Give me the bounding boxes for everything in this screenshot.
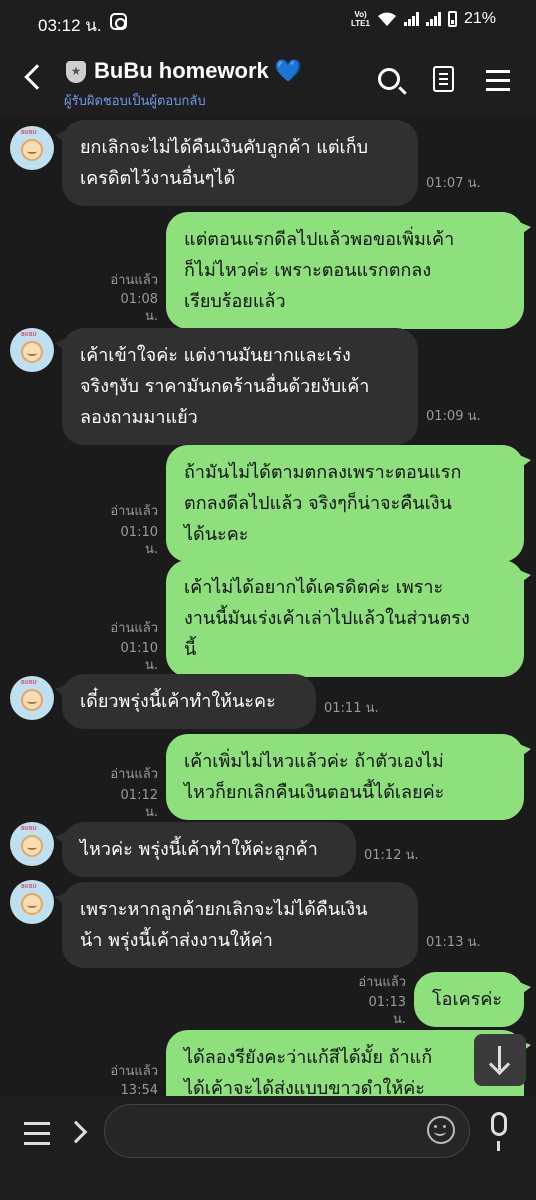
- message-line: ลองถามมาแย้ว: [80, 407, 198, 428]
- message-read-status: อ่านแล้ว: [358, 975, 406, 990]
- message-bubble-incoming[interactable]: เดี๋ยวพรุ่งนี้เค้าทำให้นะคะ: [55, 674, 316, 729]
- message-line: เค้าเข้าใจค่ะ แต่งานมันยากและเร่ง: [80, 345, 351, 366]
- message-line: ก็ไม่ไหวค่ะ เพราะตอนแรกตกลง: [184, 260, 432, 281]
- message-line: โอเครค่ะ: [432, 989, 503, 1010]
- message-bubble-outgoing[interactable]: เค้าไม่ได้อยากได้เครดิตค่ะ เพราะ งานนี้ม…: [166, 560, 531, 677]
- note-icon[interactable]: [433, 66, 454, 92]
- message-line: ยกเลิกจะไม่ได้คืนเงินคับลูกค้า แต่เก็บ: [80, 137, 369, 158]
- wifi-icon: [377, 12, 396, 26]
- status-bar: 03:12 น. Vo) LTE1 21%: [0, 0, 536, 46]
- message-read-status: อ่านแล้ว: [110, 273, 158, 288]
- message-list[interactable]: BUBU ยกเลิกจะไม่ได้คืนเงินคับลูกค้า แต่เ…: [0, 116, 536, 1096]
- message-line: เค้าไม่ได้อยากได้เครดิตค่ะ เพราะ: [184, 577, 444, 598]
- message-time: 01:08 น.: [120, 292, 158, 324]
- instagram-icon: [110, 13, 127, 30]
- chat-header: ★ BuBu homework 💙 ผู้รับผิดชอบเป็นผู้ตอบ…: [0, 46, 536, 116]
- message-bubble-outgoing[interactable]: แต่ตอนแรกดีลไปแล้วพอขอเพิ่มเค้า ก็ไม่ไหว…: [166, 212, 531, 329]
- emoji-icon[interactable]: [427, 1116, 455, 1144]
- avatar[interactable]: BUBU: [10, 328, 54, 372]
- status-time: 03:12 น.: [38, 16, 102, 35]
- message-line: ได้ลองรียังคะว่าแก้สีได้มั้ย ถ้าแก้: [184, 1047, 433, 1068]
- avatar[interactable]: BUBU: [10, 822, 54, 866]
- message-bubble-outgoing[interactable]: โอเครค่ะ: [414, 972, 531, 1027]
- message-time: 13:54 น.: [120, 1083, 158, 1096]
- message-bubble-incoming[interactable]: ไหวค่ะ พรุ่งนี้เค้าทำให้ค่ะลูกค้า: [55, 822, 356, 877]
- message-bubble-incoming[interactable]: เพราะหากลูกค้ายกเลิกจะไม่ได้คืนเงิน น้า …: [55, 882, 418, 968]
- menu-icon[interactable]: [486, 70, 510, 97]
- message-line: ไหวก็ยกเลิกคืนเงินตอนนี้ได้เลยค่ะ: [184, 782, 445, 803]
- message-time: 01:09 น.: [426, 409, 481, 424]
- message-read-status: อ่านแล้ว: [110, 504, 158, 519]
- avatar[interactable]: BUBU: [10, 880, 54, 924]
- message-line: เดี๋ยวพรุ่งนี้เค้าทำให้นะคะ: [80, 691, 276, 712]
- chat-subtitle: ผู้รับผิดชอบเป็นผู้ตอบกลับ: [64, 94, 206, 109]
- message-line: เพราะหากลูกค้ายกเลิกจะไม่ได้คืนเงิน: [80, 899, 368, 920]
- message-bubble-incoming[interactable]: เค้าเข้าใจค่ะ แต่งานมันยากและเร่ง จริงๆง…: [55, 328, 418, 445]
- message-line: น้า พรุ่งนี้เค้าส่งงานให้ค่า: [80, 930, 273, 951]
- message-bubble-outgoing[interactable]: เค้าเพิ่มไม่ไหวแล้วค่ะ ถ้าตัวเองไม่ ไหวก…: [166, 734, 531, 820]
- battery-icon: [447, 11, 457, 27]
- message-time: 01:13 น.: [426, 935, 481, 950]
- message-line: เรียบร้อยแล้ว: [184, 291, 286, 312]
- message-bubble-incoming[interactable]: ยกเลิกจะไม่ได้คืนเงินคับลูกค้า แต่เก็บ เ…: [55, 120, 418, 206]
- menu-lines-icon[interactable]: [24, 1122, 50, 1152]
- message-line: ได้เค้าจะได้ส่งแบบขาวดำให้ค่ะ: [184, 1078, 425, 1096]
- chevron-right-icon[interactable]: [64, 1120, 88, 1144]
- message-read-status: อ่านแล้ว: [110, 767, 158, 782]
- signal-icon: [403, 12, 419, 26]
- message-input[interactable]: [104, 1104, 470, 1158]
- message-time: 01:10 น.: [120, 525, 158, 557]
- message-line: ได้นะคะ: [184, 524, 249, 545]
- search-icon[interactable]: [378, 68, 400, 90]
- volte-icon: Vo) LTE1: [351, 10, 370, 28]
- shield-icon: ★: [66, 61, 86, 83]
- message-line: เครดิตไว้งานอื่นๆได้: [80, 168, 236, 189]
- message-line: เค้าเพิ่มไม่ไหวแล้วค่ะ ถ้าตัวเองไม่: [184, 751, 444, 772]
- message-bubble-outgoing[interactable]: ถ้ามันไม่ได้ตามตกลงเพราะตอนแรก ตกลงดีลไป…: [166, 445, 531, 562]
- chat-title[interactable]: BuBu homework 💙: [94, 58, 302, 84]
- message-line: ตกลงดีลไปแล้ว จริงๆก็น่าจะคืนเงิน: [184, 493, 452, 514]
- scroll-down-icon[interactable]: [474, 1034, 526, 1086]
- back-icon[interactable]: [24, 64, 50, 90]
- message-line: จริงๆงับ ราคามันกดร้านอื่นด้วยงับเค้า: [80, 376, 370, 397]
- battery-percent: 21%: [463, 10, 496, 27]
- message-line: แต่ตอนแรกดีลไปแล้วพอขอเพิ่มเค้า: [184, 229, 455, 250]
- signal-icon-2: [425, 12, 441, 26]
- message-read-status: อ่านแล้ว: [110, 621, 158, 636]
- avatar[interactable]: BUBU: [10, 676, 54, 720]
- message-bubble-outgoing[interactable]: ได้ลองรียังคะว่าแก้สีได้มั้ย ถ้าแก้ ได้เ…: [166, 1030, 531, 1096]
- avatar[interactable]: BUBU: [10, 126, 54, 170]
- message-time: 01:12 น.: [120, 788, 158, 820]
- status-icons: Vo) LTE1 21%: [351, 10, 496, 28]
- message-time: 01:11 น.: [324, 701, 379, 716]
- message-time: 01:10 น.: [120, 641, 158, 673]
- message-time: 01:13 น.: [368, 995, 406, 1027]
- message-time: 01:12 น.: [364, 848, 419, 863]
- message-line: นี้: [184, 639, 197, 660]
- message-time: 01:07 น.: [426, 176, 481, 191]
- message-read-status: อ่านแล้ว: [110, 1064, 158, 1079]
- mic-icon[interactable]: [491, 1112, 507, 1151]
- input-bar: [0, 1096, 536, 1200]
- message-line: งานนี้มันเร่งเค้าเล่าไปแล้วในส่วนตรง: [184, 608, 470, 629]
- message-line: ไหวค่ะ พรุ่งนี้เค้าทำให้ค่ะลูกค้า: [80, 839, 318, 860]
- message-line: ถ้ามันไม่ได้ตามตกลงเพราะตอนแรก: [184, 462, 462, 483]
